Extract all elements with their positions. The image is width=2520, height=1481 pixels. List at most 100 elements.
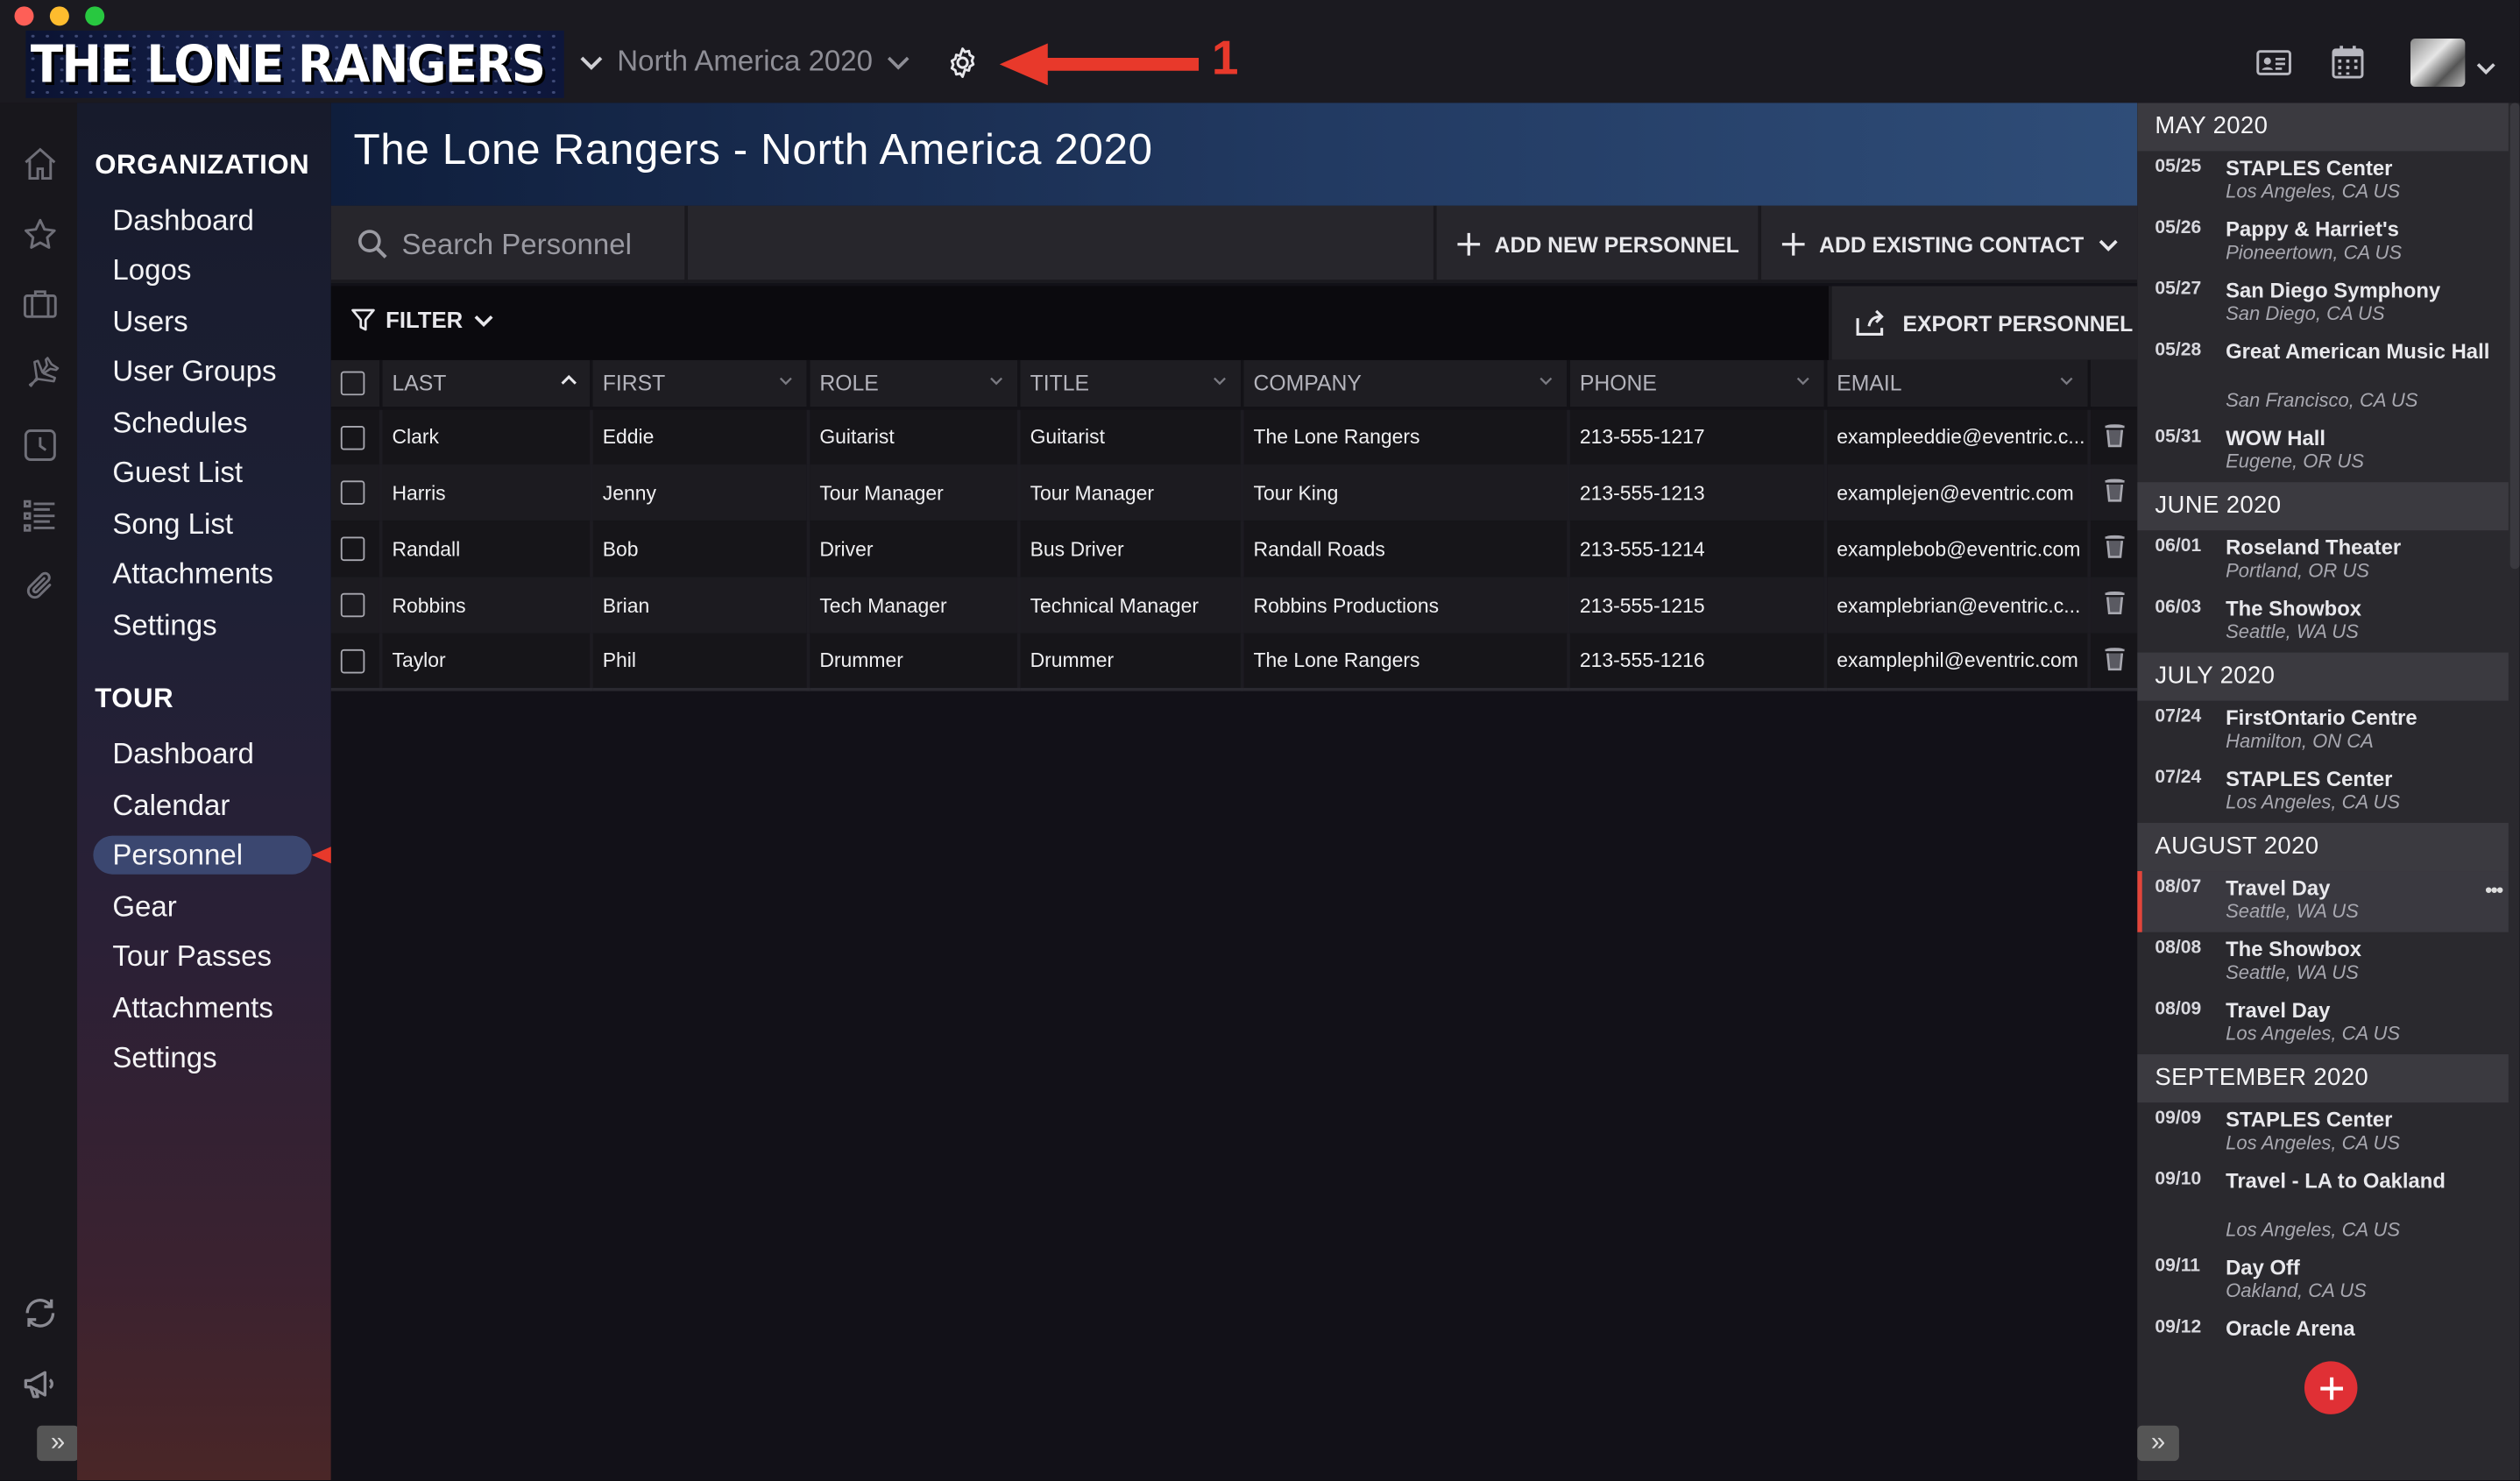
contact-card-icon[interactable] [2253,42,2295,84]
add-existing-contact-button[interactable]: ADD EXISTING CONTACT [1758,205,2137,283]
nav-org-settings[interactable]: Settings [93,606,311,644]
clock-icon[interactable] [21,426,60,464]
event-date: 09/11 [2155,1257,2201,1277]
nav-tour-calendar[interactable]: Calendar [93,786,311,825]
expand-schedule-button[interactable]: » [2137,1425,2179,1462]
plus-icon [2319,1376,2343,1400]
cell-last: Robbins [380,577,593,634]
row-checkbox[interactable] [340,480,365,506]
schedule-event[interactable]: 05/26 Pappy & Harriet's Pioneertown, CA US [2137,212,2509,273]
add-new-personnel-label: ADD NEW PERSONNEL [1494,232,1739,257]
table-row[interactable]: Clark Eddie Guitarist Guitarist The Lone Ran… [330,407,2138,465]
nav-tour-attachments[interactable]: Attachments [93,989,311,1027]
nav-tour-personnel[interactable]: Personnel [93,835,312,875]
nav-tour-dashboard[interactable]: Dashboard [93,734,311,773]
nav-org-users[interactable]: Users [93,302,311,341]
cell-company: The Lone Rangers [1242,407,1570,465]
nav-tour-settings[interactable]: Settings [93,1038,311,1077]
user-avatar[interactable] [2410,39,2466,88]
nav-org-schedules[interactable]: Schedules [93,403,311,442]
close-window-button[interactable] [14,6,34,26]
plane-icon[interactable] [21,355,60,393]
filter-label: FILTER [386,307,464,333]
filter-button[interactable]: FILTER [350,307,495,333]
column-header-email[interactable]: EMAIL [1825,359,2092,410]
schedule-event[interactable]: 09/11 Day Off Oakland, CA US [2137,1251,2509,1312]
minimize-window-button[interactable] [49,6,69,26]
calendar-icon[interactable] [2327,42,2369,84]
home-icon[interactable] [21,145,60,183]
gear-icon[interactable] [945,45,980,80]
list-icon[interactable] [21,497,60,535]
nav-org-logos[interactable]: Logos [93,251,311,289]
cell-title: Technical Manager [1018,577,1244,634]
table-row[interactable]: Robbins Brian Tech Manager Technical Manage… [330,577,2138,634]
schedule-event[interactable]: 05/25 STAPLES Center Los Angeles, CA US [2137,151,2509,212]
column-header-title[interactable]: TITLE [1018,359,1244,410]
trash-icon[interactable] [2104,422,2127,447]
expand-sidebar-button[interactable]: » [37,1425,79,1462]
nav-org-guest-list[interactable]: Guest List [93,453,311,492]
column-header-role[interactable]: ROLE [808,359,1021,410]
trash-icon[interactable] [2104,645,2127,670]
schedule-event[interactable]: 08/08 The Showbox Seattle, WA US [2137,932,2509,994]
nav-tour-tour-passes[interactable]: Tour Passes [93,937,311,975]
schedule-event[interactable]: 09/09 STAPLES Center Los Angeles, CA US [2137,1102,2509,1164]
row-checkbox[interactable] [340,425,365,450]
row-checkbox[interactable] [340,648,365,673]
event-date: 09/12 [2155,1317,2202,1337]
row-checkbox[interactable] [340,592,365,618]
nav-tour-gear[interactable]: Gear [93,887,311,925]
schedule-event[interactable]: 08/09 Travel Day Los Angeles, CA US [2137,993,2509,1054]
schedule-event[interactable]: 08/07 Travel Day Seattle, WA US ••• [2137,871,2509,932]
cell-last: Taylor [380,633,593,691]
table-row[interactable]: Taylor Phil Drummer Drummer The Lone Rangers… [330,633,2138,691]
column-header-last[interactable]: LAST [380,359,593,410]
search-input[interactable]: Search Personnel [331,205,688,283]
trash-icon[interactable] [2104,478,2127,503]
export-personnel-button[interactable]: EXPORT PERSONNEL [1829,286,2138,360]
more-options-icon[interactable]: ••• [2485,877,2503,902]
trash-icon[interactable] [2104,590,2127,615]
nav-org-user-groups[interactable]: User Groups [93,352,311,391]
row-checkbox[interactable] [340,536,365,562]
trash-icon[interactable] [2104,534,2127,559]
nav-org-song-list[interactable]: Song List [93,505,311,543]
schedule-event[interactable]: 05/27 San Diego Symphony San Diego, CA US [2137,273,2509,335]
column-header-company[interactable]: COMPANY [1242,359,1570,410]
side-nav: ORGANIZATION Dashboard Logos Users User … [77,103,331,1481]
paperclip-icon[interactable] [21,567,60,606]
personnel-table: LAST FIRST ROLE TITLE COMPANY PHONE EMAI… [330,359,2138,691]
select-all-checkbox[interactable] [340,372,365,397]
schedule-event[interactable]: 09/12Oracle ArenaOakland, CA US [2137,1312,2509,1337]
sync-icon[interactable] [21,1293,60,1332]
nav-org-attachments[interactable]: Attachments [93,555,311,593]
column-header-phone[interactable]: PHONE [1568,359,1828,410]
table-row[interactable]: Randall Bob Driver Bus Driver Randall Roads 2… [330,521,2138,578]
schedule-event[interactable]: 07/24 FirstOntario Centre Hamilton, ON CA [2137,701,2509,762]
chevron-down-icon[interactable] [2474,61,2497,76]
briefcase-icon[interactable] [21,285,60,323]
cell-phone: 213-555-1213 [1568,464,1828,521]
cell-title: Tour Manager [1018,464,1244,521]
schedule-event[interactable]: 05/31 WOW Hall Eugene, OR US [2137,422,2509,483]
schedule-event[interactable]: 06/01 Roseland Theater Portland, OR US [2137,530,2509,592]
event-city: San Diego, CA US [2226,301,2385,325]
column-header-first[interactable]: FIRST [591,359,811,410]
table-row[interactable]: Harris Jenny Tour Manager Tour Manager Tour … [330,464,2138,521]
star-icon[interactable] [21,216,60,254]
add-event-button[interactable] [2304,1361,2358,1414]
schedule-event[interactable]: 05/28 Great American Music Hall San Franci… [2137,334,2509,421]
search-placeholder: Search Personnel [401,227,632,260]
schedule-event[interactable]: 07/24 STAPLES Center Los Angeles, CA US [2137,762,2509,823]
add-new-personnel-button[interactable]: ADD NEW PERSONNEL [1433,205,1758,283]
schedule-event[interactable]: 06/03 The Showbox Seattle, WA US [2137,592,2509,653]
tour-selector[interactable]: North America 2020 [578,45,911,79]
schedule-scrollbar[interactable] [2509,103,2520,570]
zoom-window-button[interactable] [85,6,105,26]
schedule-event[interactable]: 09/10 Travel - LA to Oakland Los Angeles, … [2137,1164,2509,1251]
event-venue: Oracle Arena [2226,1316,2355,1337]
nav-org-dashboard[interactable]: Dashboard [93,201,311,239]
event-city: Oakland, CA US [2226,1279,2367,1302]
megaphone-icon[interactable] [21,1364,60,1403]
